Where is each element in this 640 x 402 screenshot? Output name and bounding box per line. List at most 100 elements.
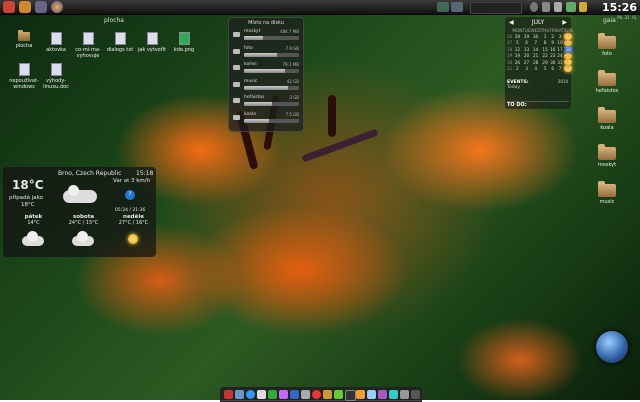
todo-section: TO DO: bbox=[507, 101, 569, 108]
disk-row[interactable]: koala 7.5 GB bbox=[233, 112, 299, 126]
folder-label: moskyt bbox=[597, 162, 617, 168]
dock-files-icon[interactable] bbox=[235, 390, 244, 399]
weather-location: Brno, Czech Republic bbox=[58, 170, 122, 177]
calendar-month[interactable]: JULY bbox=[505, 19, 571, 26]
calendar-day[interactable]: 4 bbox=[563, 33, 572, 40]
desktop-icon-label: plocha bbox=[15, 43, 33, 49]
updates-icon[interactable] bbox=[579, 2, 587, 12]
dock-player-icon[interactable] bbox=[356, 390, 365, 399]
disk-row[interactable]: music 42 GB bbox=[233, 79, 299, 93]
disk-name: koala bbox=[244, 111, 256, 117]
dock-editor-icon[interactable] bbox=[367, 390, 376, 399]
desktop-icon[interactable]: plocha bbox=[6, 30, 42, 49]
calendar-day[interactable]: 8 bbox=[563, 65, 572, 72]
disk-row[interactable]: foto 7.9 GB bbox=[233, 46, 299, 60]
folder-icon bbox=[598, 70, 616, 86]
disk-row[interactable]: moskyt 484.7 MB bbox=[233, 29, 299, 43]
folder-label: hefaistos bbox=[595, 88, 619, 94]
calendar-day[interactable]: 5 bbox=[541, 65, 550, 71]
weather-temperature: 18°C bbox=[12, 178, 44, 192]
dock-office-icon[interactable] bbox=[323, 390, 332, 399]
dock-torrent-icon[interactable] bbox=[312, 390, 321, 399]
clock[interactable]: 15:26 bbox=[602, 1, 637, 14]
calendar-day[interactable]: 31 bbox=[556, 59, 564, 65]
dock-launcher-icon[interactable] bbox=[224, 390, 233, 399]
dock-terminal-icon[interactable] bbox=[345, 390, 356, 401]
sun-icon bbox=[128, 234, 138, 244]
disk-row[interactable]: kořen 79.1 MB bbox=[233, 62, 299, 76]
calendar-day[interactable]: 2 bbox=[512, 65, 522, 71]
calendar-widget: ◀ JULY ▶ MON TUE WED THU FRI SAT SUN 26 28 29 30 1 2… bbox=[505, 17, 573, 109]
dock-music-icon[interactable] bbox=[279, 390, 288, 399]
monitor-icon[interactable] bbox=[35, 1, 47, 13]
drive-icon bbox=[233, 32, 240, 37]
disk-row[interactable]: hefaistos 3 GB bbox=[233, 95, 299, 109]
calendar-day[interactable]: 3 bbox=[522, 65, 530, 71]
clipboard-icon[interactable] bbox=[554, 2, 562, 12]
folder-icon bbox=[18, 30, 30, 41]
folder-item[interactable]: hefaistos bbox=[589, 70, 625, 94]
calendar-day[interactable]: 16 bbox=[549, 46, 556, 52]
folder-item[interactable]: koala bbox=[589, 107, 625, 131]
task-terminal[interactable] bbox=[437, 2, 449, 12]
system-monitor[interactable] bbox=[470, 2, 522, 14]
document-icon bbox=[50, 32, 62, 45]
desktop-icon[interactable]: kde.png bbox=[166, 32, 202, 53]
calendar-day[interactable]: 25 bbox=[563, 52, 572, 59]
desktop-icon-label: aktovka bbox=[46, 47, 66, 53]
home-icon[interactable] bbox=[3, 1, 15, 13]
task-window[interactable] bbox=[451, 2, 463, 12]
files-icon[interactable] bbox=[19, 1, 31, 13]
globe-icon[interactable] bbox=[596, 331, 628, 363]
volume-icon[interactable] bbox=[542, 2, 550, 12]
folder-item[interactable]: music bbox=[589, 181, 625, 205]
events-section: EVENTS: Today bbox=[507, 80, 569, 90]
week-number: 29 bbox=[507, 53, 513, 59]
calendar-day[interactable]: 7 bbox=[556, 65, 564, 71]
disk-usage-bar bbox=[244, 69, 299, 73]
calendar-day[interactable]: 4 bbox=[531, 65, 541, 71]
calendar-day[interactable]: 30 bbox=[549, 59, 556, 65]
weather-widget: Brno, Czech Republic 15:18 18°C připadá … bbox=[3, 167, 156, 257]
disk-usage-bar bbox=[244, 118, 299, 123]
weekday-label: SAT bbox=[556, 27, 564, 33]
dock-game-icon[interactable] bbox=[389, 390, 398, 399]
dock-system-icon[interactable] bbox=[411, 390, 420, 399]
battery-icon[interactable] bbox=[566, 2, 576, 12]
calendar-day[interactable]: 23 bbox=[549, 53, 556, 59]
dock-browser-icon[interactable] bbox=[246, 390, 255, 399]
folder-item[interactable]: foto bbox=[589, 33, 625, 57]
desktop-icon[interactable]: co-mi-ma-vyhovuje bbox=[70, 32, 106, 59]
desktop-icon[interactable]: dialogs txt bbox=[102, 32, 138, 53]
week-number: 27 bbox=[507, 40, 513, 46]
desktop-icon[interactable]: výhody-linuxu.doc bbox=[38, 63, 74, 90]
next-month-icon[interactable]: ▶ bbox=[562, 19, 567, 26]
dock-media-icon[interactable] bbox=[290, 390, 299, 399]
disk-size: 7.9 GB bbox=[285, 45, 299, 51]
desktop-icon-label: výhody-linuxu.doc bbox=[43, 78, 69, 90]
desktop-icon[interactable]: nepoužívat-windows bbox=[6, 63, 42, 90]
dock-chat-icon[interactable] bbox=[268, 390, 277, 399]
weekday-label: TUE bbox=[522, 27, 531, 33]
dock-trash-icon[interactable] bbox=[400, 390, 409, 399]
calendar-day[interactable]: 17 bbox=[556, 46, 564, 52]
disk-usage-bar bbox=[244, 102, 299, 106]
firefox-icon[interactable] bbox=[51, 1, 63, 13]
disk-name: moskyt bbox=[244, 29, 261, 34]
dock-graphics-icon[interactable] bbox=[334, 390, 343, 399]
disk-size: 484.7 MB bbox=[280, 29, 299, 34]
document-icon bbox=[146, 32, 158, 45]
desktop-icon[interactable]: aktovka bbox=[38, 32, 74, 53]
dock-mail-icon[interactable] bbox=[257, 390, 266, 399]
desktop-icon[interactable]: jak vytvořit bbox=[134, 32, 170, 53]
calendar-day[interactable]: 11 bbox=[563, 39, 572, 47]
dock-photo-icon[interactable] bbox=[378, 390, 387, 399]
disk-widget-title: Místo na disku bbox=[248, 20, 284, 26]
calendar-day[interactable]: 24 bbox=[556, 53, 564, 59]
desktop-title: plocha bbox=[104, 17, 124, 24]
folder-item[interactable]: moskyt bbox=[589, 144, 625, 168]
disk-usage-bar bbox=[244, 85, 299, 90]
disk-size: 3 GB bbox=[289, 95, 299, 100]
dock-settings-icon[interactable] bbox=[301, 390, 310, 399]
network-icon[interactable] bbox=[530, 2, 538, 12]
